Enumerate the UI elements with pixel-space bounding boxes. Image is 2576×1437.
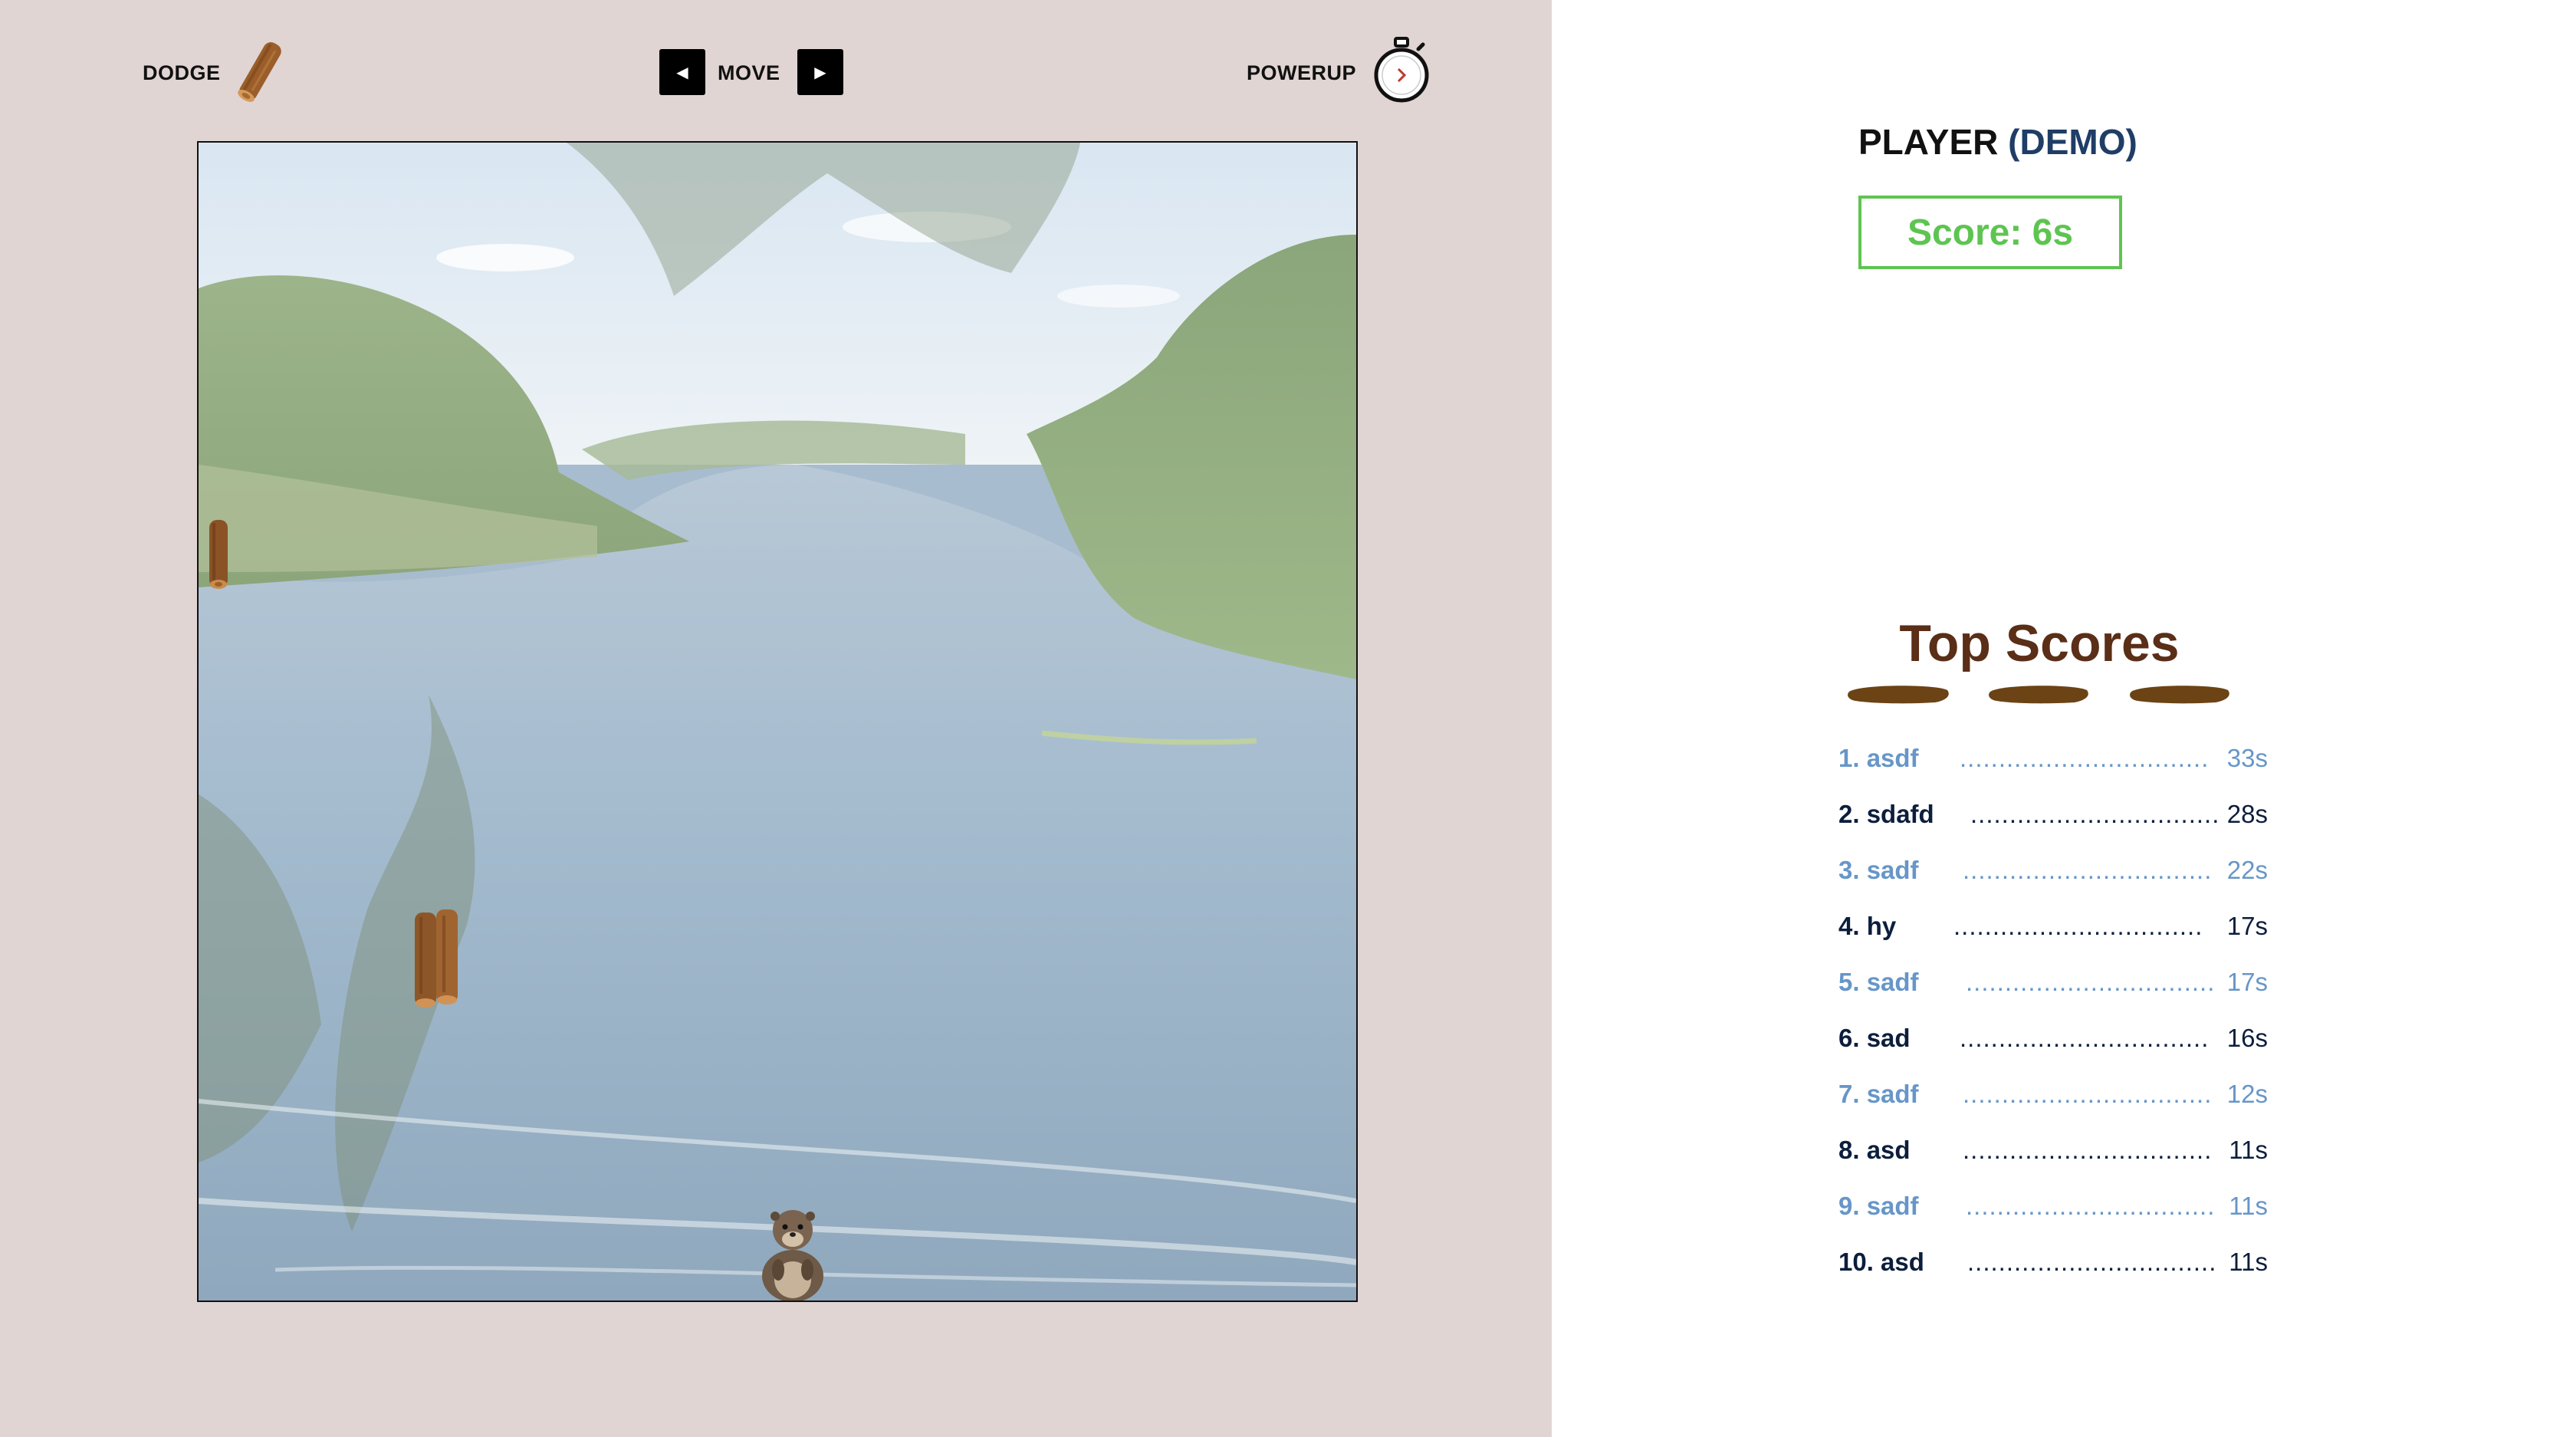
leaderboard-name: 10. asd <box>1838 1248 1924 1276</box>
move-label: MOVE <box>718 61 780 84</box>
leaderboard-score: 28s <box>2226 800 2268 828</box>
log-divider-icon <box>1848 686 2229 704</box>
leaderboard-dots: ................................ <box>1970 800 2220 828</box>
leaderboard-score: 12s <box>2226 1080 2268 1108</box>
leaderboard-name: 2. sdafd <box>1838 800 1934 828</box>
leaderboard-score: 17s <box>2226 968 2268 996</box>
move-left-button[interactable]: ◀ <box>659 49 705 95</box>
leaderboard-score: 16s <box>2226 1024 2268 1052</box>
player-label: PLAYER <box>1858 122 1999 162</box>
powerup-label: POWERUP <box>1247 61 1357 84</box>
leaderboard-score: 33s <box>2226 744 2268 772</box>
leaderboard-name: 9. sadf <box>1838 1192 1919 1220</box>
leaderboard-name: 3. sadf <box>1838 856 1919 884</box>
dodge-label: DODGE <box>143 61 221 84</box>
leaderboard-score: 22s <box>2226 856 2268 884</box>
leaderboard-row: 3. sadf ................................… <box>1838 856 2268 894</box>
leaderboard-row: 4. hy ................................ 1… <box>1838 912 2268 950</box>
game-board[interactable] <box>197 141 1358 1302</box>
leaderboard-score: 17s <box>2226 912 2268 940</box>
leaderboard-dots: ................................ <box>1966 1192 2216 1220</box>
river-background <box>199 143 1356 1301</box>
score-display: Score: 6s <box>1858 196 2122 269</box>
stopwatch-icon <box>1374 37 1429 103</box>
falling-log <box>209 520 228 589</box>
leaderboard-dots: ................................ <box>1966 968 2216 996</box>
otter-player <box>762 1210 823 1301</box>
player-title: PLAYER (DEMO) <box>1858 121 2137 163</box>
player-name: (DEMO) <box>2008 122 2137 162</box>
leaderboard-name: 1. asdf <box>1838 744 1919 772</box>
move-right-button[interactable]: ▶ <box>797 49 843 95</box>
leaderboard-row: 8. asd ................................ … <box>1838 1136 2268 1174</box>
leaderboard-row: 6. sad ................................ … <box>1838 1024 2268 1062</box>
leaderboard-title: Top Scores <box>1899 614 2180 672</box>
arrow-left-icon: ◀ <box>676 64 688 81</box>
leaderboard-score: 11s <box>2229 1248 2268 1276</box>
leaderboard-row: 7. sadf ................................… <box>1838 1080 2268 1118</box>
leaderboard-name: 5. sadf <box>1838 968 1919 996</box>
leaderboard-dots: ................................ <box>1963 856 2213 884</box>
leaderboard-row: 1. asdf ................................… <box>1838 744 2268 782</box>
arrow-right-icon: ▶ <box>814 64 826 81</box>
leaderboard-row: 2. sdafd ...............................… <box>1838 800 2268 838</box>
falling-double-log <box>415 909 458 1008</box>
leaderboard-name: 6. sad <box>1838 1024 1911 1052</box>
leaderboard-dots: ................................ <box>1960 1024 2210 1052</box>
game-panel: DODGE ◀ MOVE ▶ POWERUP <box>0 0 1552 1437</box>
leaderboard-dots: ................................ <box>1960 744 2210 772</box>
leaderboard-name: 7. sadf <box>1838 1080 1919 1108</box>
leaderboard-dots: ................................ <box>1967 1248 2217 1276</box>
leaderboard-row: 10. asd ................................… <box>1838 1248 2268 1286</box>
leaderboard-row: 9. sadf ................................… <box>1838 1192 2268 1230</box>
score-text: Score: 6s <box>1907 212 2074 253</box>
leaderboard-score: 11s <box>2229 1192 2268 1220</box>
leaderboard-row: 5. sadf ................................… <box>1838 968 2268 1006</box>
leaderboard-name: 8. asd <box>1838 1136 1911 1164</box>
log-icon <box>238 42 281 102</box>
leaderboard-name: 4. hy <box>1838 912 1897 940</box>
leaderboard-dots: ................................ <box>1963 1080 2213 1108</box>
leaderboard-dots: ................................ <box>1953 912 2203 940</box>
leaderboard-score: 11s <box>2229 1136 2268 1164</box>
leaderboard-dots: ................................ <box>1963 1136 2213 1164</box>
